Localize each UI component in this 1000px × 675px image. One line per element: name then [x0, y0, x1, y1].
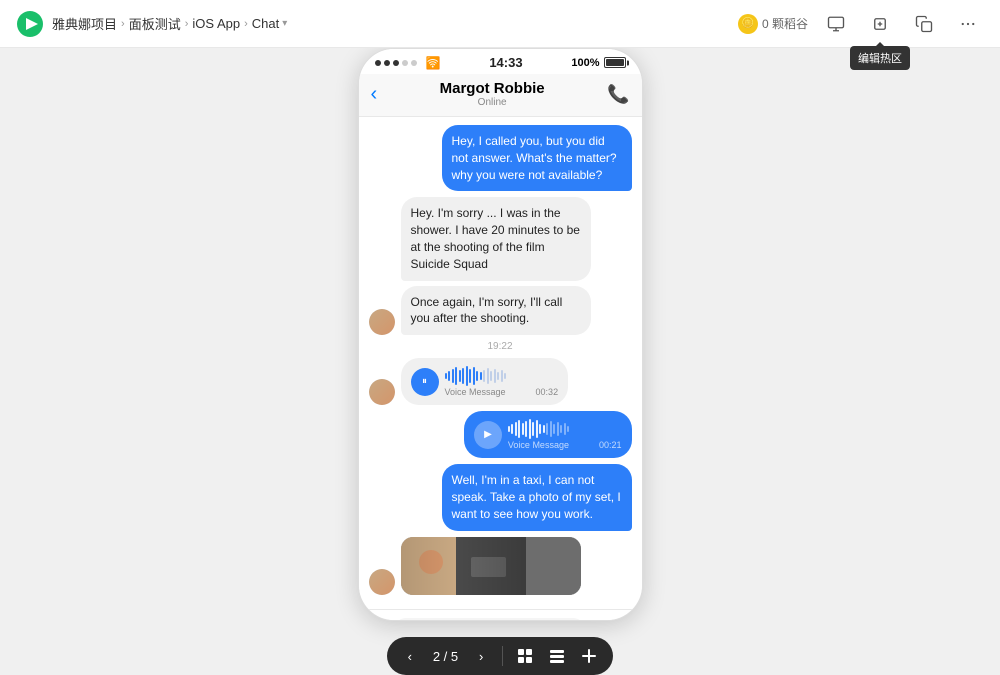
coins-label: 0 颗稻谷 [762, 15, 808, 32]
page-indicator: 2 / 5 [427, 649, 464, 664]
voice-message-incoming[interactable]: ⏸ [401, 358, 569, 405]
breadcrumb-sep-3: › [244, 18, 248, 30]
time-separator: 19:22 [369, 341, 632, 352]
breadcrumb-current-label: Chat [252, 16, 279, 31]
avatar-image [369, 569, 395, 595]
list-view-button[interactable] [543, 643, 571, 669]
image-placeholder [401, 537, 581, 595]
avatar [369, 379, 395, 405]
image-message [401, 537, 581, 595]
image-overlay [401, 537, 581, 595]
nav-right-actions: 🪙 0 颗稻谷 编辑热区 [738, 8, 984, 40]
signal-indicator: 🛜 [375, 56, 441, 70]
wifi-icon: 🛜 [426, 56, 441, 70]
next-page-button[interactable]: › [468, 643, 494, 669]
message-bubble-out: Well, I'm in a taxi, I can not speak. Ta… [442, 464, 632, 530]
monitor-button[interactable] [820, 8, 852, 40]
battery-fill [606, 59, 624, 66]
battery-bar [604, 57, 626, 68]
edit-hotspot-button[interactable]: 编辑热区 [864, 8, 896, 40]
chat-title-area: Margot Robbie Online [377, 80, 607, 108]
add-screen-button[interactable] [575, 643, 603, 669]
avatar-image [369, 379, 395, 405]
message-row: Hey, I called you, but you did not answe… [369, 125, 632, 191]
message-row: Hey. I'm sorry ... I was in the shower. … [369, 197, 632, 335]
main-content: 🛜 14:33 100% ‹ Margot Robbie Online 📞 [0, 48, 1000, 675]
play-icon: ▶ [484, 429, 492, 440]
signal-dot-3 [393, 60, 399, 66]
pause-icon: ⏸ [422, 376, 427, 387]
message-row: ▶ [369, 411, 632, 458]
coins-button[interactable]: 🪙 0 颗稻谷 [738, 14, 808, 34]
battery-indicator: 100% [571, 57, 625, 69]
breadcrumb-item-2[interactable]: 面板测试 [129, 14, 181, 33]
input-bar: 📎 🙂 🎤 [359, 609, 642, 621]
status-bar: 🛜 14:33 100% [359, 49, 642, 74]
message-bubble-out: Hey, I called you, but you did not answe… [442, 125, 632, 191]
signal-dot-4 [402, 60, 408, 66]
phone-mockup: 🛜 14:33 100% ‹ Margot Robbie Online 📞 [358, 48, 643, 621]
app-logo [16, 10, 44, 38]
breadcrumb: 雅典娜项目 › 面板测试 › iOS App › Chat ▾ [52, 14, 287, 33]
battery-percentage: 100% [571, 57, 599, 69]
avatar [369, 569, 395, 595]
breadcrumb-item-1[interactable]: 雅典娜项目 [52, 14, 117, 33]
voice-label: Voice Message [445, 387, 506, 397]
call-button[interactable]: 📞 [607, 84, 629, 105]
grid-view-button[interactable] [511, 643, 539, 669]
message-input[interactable] [394, 618, 584, 621]
avatar-image [369, 309, 395, 335]
pause-button[interactable]: ⏸ [411, 368, 439, 396]
chat-online-status: Online [377, 97, 607, 108]
voice-duration: 00:21 [599, 440, 622, 450]
voice-duration: 00:32 [536, 387, 559, 397]
signal-dot-2 [384, 60, 390, 66]
message-bubble-in: Hey. I'm sorry ... I was in the shower. … [401, 197, 591, 280]
message-bubble-in: Once again, I'm sorry, I'll call you aft… [401, 286, 591, 336]
avatar [369, 309, 395, 335]
breadcrumb-sep-1: › [121, 18, 125, 30]
copy-button[interactable] [908, 8, 940, 40]
breadcrumb-item-3[interactable]: iOS App [192, 16, 240, 31]
voice-label: Voice Message [508, 440, 569, 450]
message-row: Well, I'm in a taxi, I can not speak. Ta… [369, 464, 632, 530]
play-button[interactable]: ▶ [474, 421, 502, 449]
prev-page-button[interactable]: ‹ [397, 643, 423, 669]
breadcrumb-current[interactable]: Chat ▾ [252, 16, 288, 31]
voice-info: Voice Message 00:21 [508, 419, 622, 450]
chat-header: ‹ Margot Robbie Online 📞 [359, 74, 642, 117]
message-row: ⏸ [369, 358, 632, 405]
pagination-bar: ‹ 2 / 5 › [387, 637, 613, 675]
chevron-down-icon: ▾ [282, 18, 287, 29]
coin-icon: 🪙 [738, 14, 758, 34]
signal-dot-5 [411, 60, 417, 66]
top-nav: 雅典娜项目 › 面板测试 › iOS App › Chat ▾ 🪙 0 颗稻谷 [0, 0, 1000, 48]
waveform [508, 419, 622, 439]
messages-area: Hey, I called you, but you did not answe… [359, 117, 642, 609]
chat-contact-name: Margot Robbie [377, 80, 607, 97]
voice-message-outgoing[interactable]: ▶ [464, 411, 632, 458]
more-button[interactable] [952, 8, 984, 40]
attach-icon[interactable]: 📎 [369, 620, 389, 621]
message-row [369, 537, 632, 595]
back-button[interactable]: ‹ [371, 83, 378, 106]
signal-dot-1 [375, 60, 381, 66]
voice-info: Voice Message 00:32 [445, 366, 559, 397]
pagination-divider [502, 646, 503, 666]
status-time: 14:33 [489, 55, 522, 70]
breadcrumb-sep-2: › [185, 18, 189, 30]
waveform [445, 366, 559, 386]
